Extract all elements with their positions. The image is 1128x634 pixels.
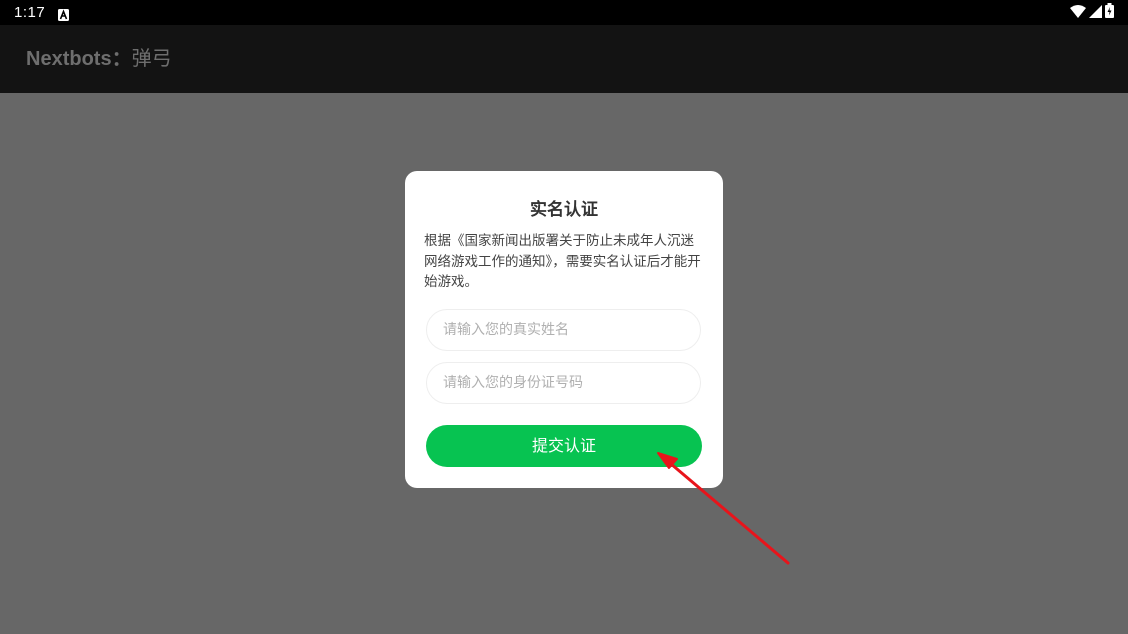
app-title: Nextbots：弹弓 bbox=[26, 47, 172, 71]
real-name-auth-dialog: 实名认证 根据《国家新闻出版署关于防止未成年人沉迷网络游戏工作的通知》，需要实名… bbox=[405, 171, 723, 488]
status-bar: 1:17 bbox=[0, 0, 1128, 25]
submit-auth-button[interactable]: 提交认证 bbox=[426, 425, 702, 467]
dialog-title: 实名认证 bbox=[530, 200, 598, 220]
id-number-input[interactable] bbox=[426, 362, 701, 404]
signal-icon bbox=[1089, 3, 1102, 22]
screen: 1:17 Nextbots：弹弓 实名认证 根据《国家新闻出版署关于防止未成年人… bbox=[0, 0, 1128, 634]
app-title-chinese: 弹弓 bbox=[131, 48, 172, 70]
status-time: 1:17 bbox=[14, 4, 46, 21]
wifi-icon bbox=[1070, 3, 1086, 22]
app-bar: Nextbots：弹弓 bbox=[0, 25, 1128, 93]
battery-icon bbox=[1105, 3, 1114, 22]
notification-a-icon bbox=[58, 6, 69, 21]
status-icons bbox=[1070, 3, 1114, 22]
dialog-description: 根据《国家新闻出版署关于防止未成年人沉迷网络游戏工作的通知》，需要实名认证后才能… bbox=[424, 233, 701, 290]
app-title-latin: Nextbots： bbox=[26, 48, 132, 70]
real-name-input[interactable] bbox=[426, 309, 701, 351]
